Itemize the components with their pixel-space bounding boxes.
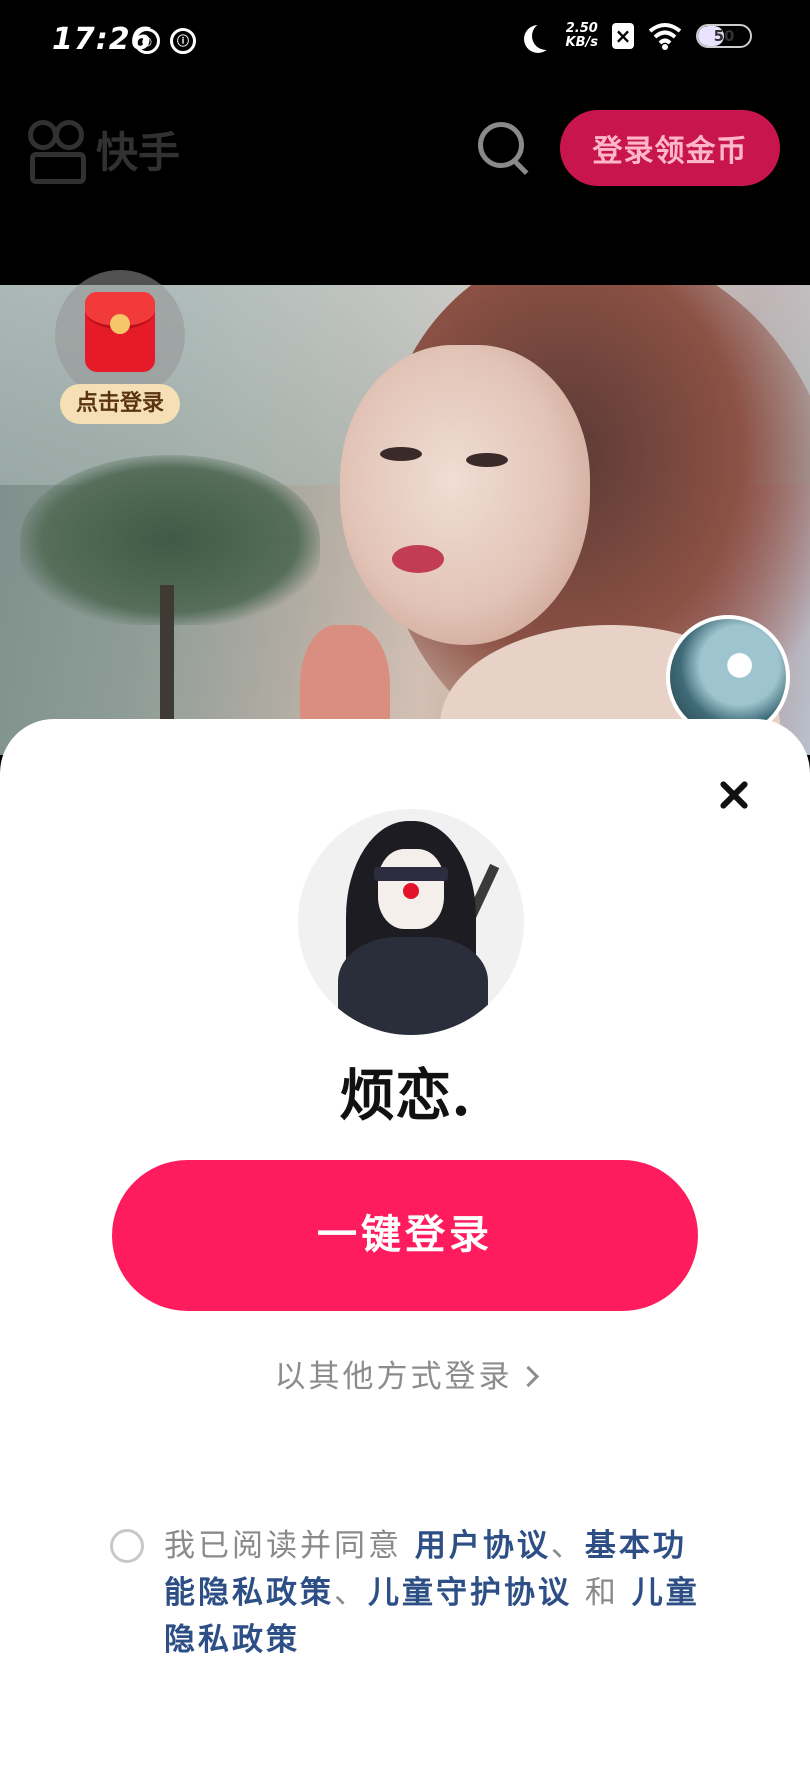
other-login-link[interactable]: 以其他方式登录: [0, 1351, 810, 1396]
app-notification-icon: ×: [612, 23, 634, 49]
wifi-icon: [648, 23, 682, 50]
search-icon[interactable]: [474, 118, 530, 175]
username: 烦恋.: [339, 1063, 471, 1129]
red-envelope-icon: [85, 292, 155, 372]
user-agreement-link[interactable]: 用户协议: [415, 1528, 551, 1564]
login-sheet: 烦恋. 一键登录 以其他方式登录 我已阅读并同意 用户协议、基本功能隐私政策、儿…: [0, 719, 810, 1782]
app-logo: 快手: [26, 118, 181, 184]
network-speed: 2.50 KB/s: [565, 21, 598, 50]
battery-icon: 50: [696, 24, 752, 48]
one-key-login-button[interactable]: 一键登录: [112, 1160, 698, 1311]
kuaishou-logo-icon: [26, 118, 86, 184]
notification-icon: ⓘ: [170, 28, 196, 54]
close-icon[interactable]: [712, 773, 756, 817]
app-name: 快手: [96, 127, 181, 177]
agreement-checkbox[interactable]: [110, 1529, 144, 1563]
top-nav: 快手 登录领金币: [0, 90, 810, 285]
video-subject-face: [340, 345, 590, 645]
chevron-right-icon: [517, 1365, 539, 1388]
login-coin-button[interactable]: 登录领金币: [560, 110, 780, 186]
agreement-text: 我已阅读并同意 用户协议、基本功能隐私政策、儿童守护协议 和 儿童隐私政策: [164, 1528, 700, 1658]
nfc-icon: ◐: [134, 28, 160, 54]
redpack-label: 点击登录: [60, 384, 180, 424]
battery-level: 50: [713, 27, 735, 45]
user-avatar: [298, 809, 524, 1035]
status-bar: 17:26 ◐ ⓘ 2.50 KB/s × 50: [0, 0, 810, 90]
child-protection-agreement-link[interactable]: 儿童守护协议: [368, 1575, 572, 1611]
moon-icon: [532, 22, 560, 50]
redpack-login-widget[interactable]: 点击登录: [55, 270, 185, 430]
